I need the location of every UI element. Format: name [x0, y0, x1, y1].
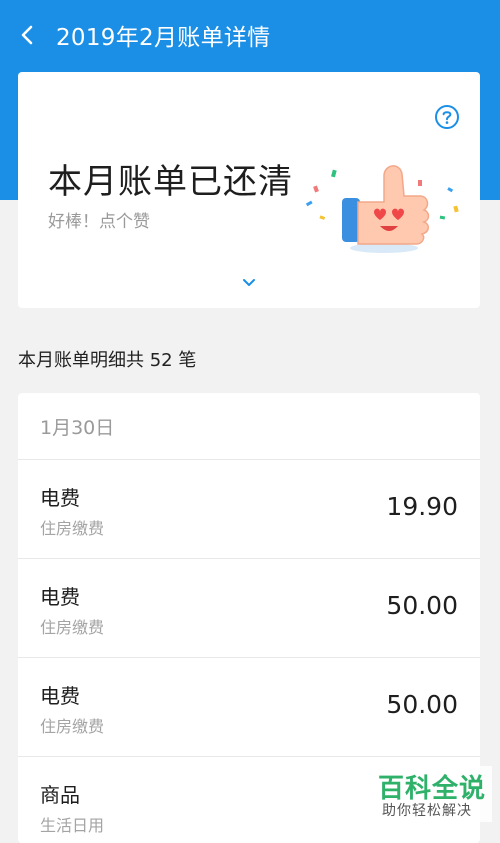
back-button[interactable] — [14, 21, 42, 49]
item-category: 住房缴费 — [40, 519, 105, 538]
item-name: 电费 — [40, 684, 80, 708]
page-title: 2019年2月账单详情 — [56, 25, 271, 51]
chevron-left-icon — [21, 25, 33, 45]
bill-count-text: 本月账单明细共 52 笔 — [18, 350, 197, 371]
item-amount: 19.90 — [386, 492, 458, 521]
item-amount: 50.00 — [386, 690, 458, 719]
bill-status-subtitle: 好棒！点个赞 — [48, 212, 150, 232]
item-name: 电费 — [40, 486, 80, 510]
list-item[interactable]: 电费 住房缴费 50.00 — [18, 658, 480, 757]
item-category: 住房缴费 — [40, 717, 105, 736]
thumbs-up-illustration — [305, 165, 459, 253]
nav-bar: 2019年2月账单详情 — [0, 0, 500, 70]
item-amount: 50.00 — [386, 591, 458, 620]
item-category: 住房缴费 — [40, 618, 105, 637]
item-name: 电费 — [40, 585, 80, 609]
bill-summary-card: 本月账单已还清 好棒！点个赞 — [18, 72, 480, 308]
list-item[interactable]: 电费 住房缴费 19.90 — [18, 460, 480, 559]
bill-status-title: 本月账单已还清 — [48, 162, 293, 202]
list-item[interactable]: 电费 住房缴费 50.00 — [18, 559, 480, 658]
question-circle-icon[interactable] — [434, 104, 460, 130]
date-header: 1月30日 — [18, 393, 480, 460]
item-name: 商品 — [40, 783, 80, 807]
watermark-subtitle: 助你轻松解决 — [382, 803, 472, 819]
chevron-down-icon[interactable] — [239, 272, 259, 292]
item-category: 生活日用 — [40, 816, 105, 835]
watermark-logo: 百科全说 助你轻松解决 — [372, 766, 492, 822]
